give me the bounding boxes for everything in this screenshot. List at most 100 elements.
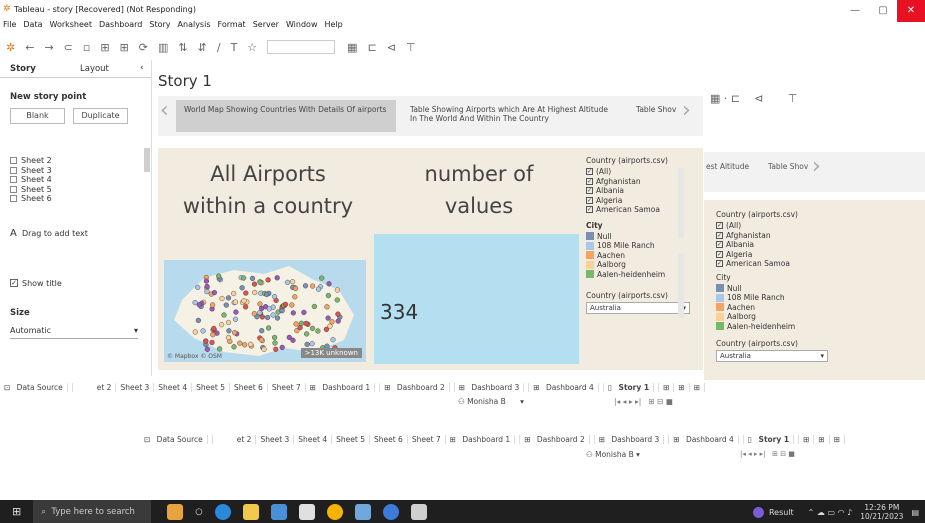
airport-marker[interactable] xyxy=(209,339,215,346)
airport-marker[interactable] xyxy=(326,281,332,287)
airport-marker[interactable] xyxy=(264,291,270,298)
airport-marker[interactable] xyxy=(274,275,280,281)
menu-file[interactable]: File xyxy=(3,20,16,34)
menu-server[interactable]: Server xyxy=(253,20,279,34)
airport-marker[interactable] xyxy=(216,273,222,279)
airport-marker[interactable] xyxy=(329,319,335,325)
back-tab-data-source[interactable]: ⊡ Data Source xyxy=(140,434,213,444)
sort-asc-icon[interactable]: ⇵ xyxy=(198,41,207,54)
highlight-icon[interactable]: ∕ xyxy=(217,41,221,54)
back-next-arrow-icon[interactable]: › xyxy=(812,154,821,179)
back-nav-controls[interactable]: |◂ ◂ ▸ ▸| ⊞ ⊟ ■ xyxy=(740,450,795,458)
chrome-icon[interactable] xyxy=(326,503,343,520)
airport-marker[interactable] xyxy=(315,328,321,334)
sheet-item[interactable]: Sheet 4 xyxy=(10,175,151,185)
country-filter-scrollbar[interactable] xyxy=(678,168,684,238)
show-me-icon[interactable]: ▥ xyxy=(158,41,168,54)
back-user-label[interactable]: ⚇ Monisha B ▾ xyxy=(586,450,640,459)
back-tab[interactable]: ⊞ Dashboard 1 xyxy=(446,434,521,444)
back-filter-item[interactable]: ✓ (All) xyxy=(716,221,828,231)
airport-marker[interactable] xyxy=(233,309,239,315)
new-sheet-icon[interactable]: ⊞ xyxy=(120,41,129,54)
nav-controls[interactable]: |◂ ◂ ▸ ▸| ⊞ ⊟ ■ xyxy=(614,397,673,406)
country-filter-item[interactable]: ✓ Afghanistan xyxy=(586,177,690,187)
back-city-item[interactable]: Null xyxy=(716,284,828,294)
back-city-item[interactable]: Aalborg xyxy=(716,312,828,322)
sheet-tab[interactable]: et 2 xyxy=(93,382,117,392)
airport-marker[interactable] xyxy=(303,320,309,327)
menu-dashboard[interactable]: Dashboard xyxy=(99,20,142,34)
country-filter-item[interactable]: ✓ Algeria xyxy=(586,196,690,206)
airport-marker[interactable] xyxy=(265,277,271,283)
airport-marker[interactable] xyxy=(209,302,216,308)
city-legend-item[interactable]: Aachen xyxy=(586,251,690,261)
sheet-tab[interactable]: Sheet 6 xyxy=(230,382,268,392)
airport-marker[interactable] xyxy=(279,308,285,314)
airport-marker[interactable] xyxy=(258,337,265,343)
airport-marker[interactable] xyxy=(248,341,254,347)
back-tab[interactable]: Sheet 3 xyxy=(256,434,295,444)
new-dashboard-icon[interactable]: ⊞ xyxy=(814,434,830,444)
show-title-checkbox[interactable]: ✓ Show title xyxy=(10,279,151,288)
airport-marker[interactable] xyxy=(200,328,206,334)
presentation-icon[interactable]: ⊏ xyxy=(368,41,377,54)
airport-marker[interactable] xyxy=(334,287,341,293)
edge-icon[interactable] xyxy=(214,503,231,520)
airport-marker[interactable] xyxy=(264,314,271,321)
airport-marker[interactable] xyxy=(231,344,237,350)
airport-marker[interactable] xyxy=(219,295,225,302)
country-filter-item[interactable]: ✓ American Samoa xyxy=(586,205,690,215)
menu-worksheet[interactable]: Worksheet xyxy=(50,20,92,34)
airport-marker[interactable] xyxy=(259,314,266,320)
back-city-item[interactable]: 108 Mile Ranch xyxy=(716,293,828,303)
airport-marker[interactable] xyxy=(216,346,223,352)
airport-marker[interactable] xyxy=(309,341,315,347)
file-explorer-icon[interactable] xyxy=(242,503,259,520)
sheet-tab[interactable]: Sheet 3 xyxy=(116,382,155,392)
back-country-dropdown[interactable]: Australia ▾ xyxy=(716,350,828,362)
airport-marker[interactable] xyxy=(271,334,278,341)
airport-marker[interactable] xyxy=(202,338,209,344)
next-arrow-icon[interactable]: › xyxy=(682,98,691,123)
airport-marker[interactable] xyxy=(301,309,307,316)
sheet-tab[interactable]: Sheet 7 xyxy=(268,382,306,392)
airport-marker[interactable] xyxy=(204,289,210,295)
airport-marker[interactable] xyxy=(330,337,336,343)
airport-marker[interactable] xyxy=(290,279,296,285)
airport-marker[interactable] xyxy=(252,289,258,296)
sheet-list-scrollbar[interactable] xyxy=(144,148,150,172)
airport-marker[interactable] xyxy=(259,328,265,334)
city-legend-item[interactable]: Null xyxy=(586,232,690,242)
airport-marker[interactable] xyxy=(270,312,276,318)
menu-window[interactable]: Window xyxy=(286,20,318,34)
refresh-icon[interactable]: ⟳ xyxy=(139,41,148,54)
story-point-1[interactable]: World Map Showing Countries With Details… xyxy=(176,100,396,132)
drag-to-add-text[interactable]: A Drag to add text xyxy=(10,228,151,239)
size-dropdown[interactable]: Automatic ▾ xyxy=(10,326,138,339)
blank-button[interactable]: Blank xyxy=(10,108,65,124)
new-story-icon[interactable]: ⊞ xyxy=(690,382,705,392)
airport-marker[interactable] xyxy=(225,295,232,301)
airport-marker[interactable] xyxy=(221,312,227,318)
back-tab[interactable]: ⊞ Dashboard 3 xyxy=(595,434,670,444)
sheet-tab[interactable]: Sheet 4 xyxy=(154,382,193,392)
back-story-point[interactable]: Table Shov xyxy=(768,162,808,171)
airport-marker[interactable] xyxy=(272,340,278,346)
country-dropdown[interactable]: Australia ▾ xyxy=(586,302,690,314)
label-icon[interactable]: T xyxy=(231,41,238,54)
airport-marker[interactable] xyxy=(249,275,256,282)
back-tab[interactable]: ⊞ Dashboard 4 xyxy=(669,434,744,444)
dashboard-tab[interactable]: ⊞ Dashboard 4 xyxy=(529,382,604,392)
airport-marker[interactable] xyxy=(293,321,299,327)
airport-marker[interactable] xyxy=(211,289,218,296)
menu-help[interactable]: Help xyxy=(324,20,342,34)
back-tab[interactable]: ⊞ Dashboard 2 xyxy=(520,434,595,444)
tableau-taskbar-icon[interactable] xyxy=(354,503,371,520)
airport-marker[interactable] xyxy=(232,299,239,305)
app2-icon[interactable] xyxy=(382,503,399,520)
menu-analysis[interactable]: Analysis xyxy=(178,20,211,34)
airport-marker[interactable] xyxy=(266,306,272,312)
sheet-tab[interactable]: Sheet 5 xyxy=(192,382,230,392)
airport-marker[interactable] xyxy=(309,325,316,332)
windows-start-icon[interactable]: ⊞ xyxy=(12,505,21,518)
